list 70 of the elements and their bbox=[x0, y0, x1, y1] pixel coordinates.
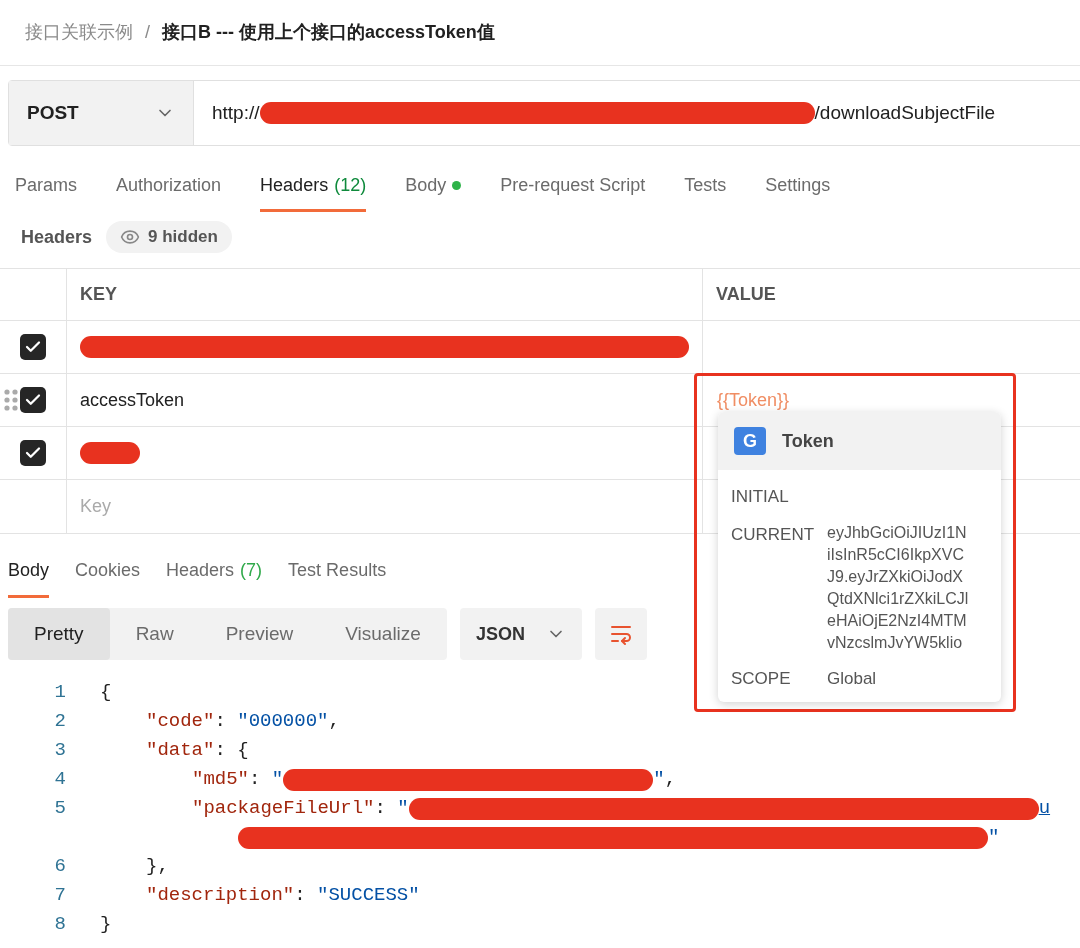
view-mode-tab[interactable]: Raw bbox=[109, 608, 200, 660]
field-value: Global bbox=[827, 667, 877, 690]
code-token: : bbox=[294, 883, 307, 909]
eye-icon bbox=[120, 227, 141, 247]
code-token: "description" bbox=[146, 883, 295, 909]
code-token: } bbox=[100, 912, 112, 938]
request-tab[interactable]: Tests bbox=[684, 162, 727, 212]
line-number: 8 bbox=[54, 913, 66, 936]
code-token: }, bbox=[146, 854, 169, 880]
field-value: eyJhbGciOiJIUzI1N iIsInR5cCI6IkpXVC J9.eyJrZXkiOiJodX QtdXNlci1rZXkiLCJl eHAiOjE2NzI4MTM vNzcslmJvYW5klio bbox=[827, 522, 969, 653]
request-tab[interactable]: Settings bbox=[765, 162, 831, 212]
field-label: INITIAL bbox=[731, 486, 790, 508]
code-token: : bbox=[214, 709, 227, 735]
breadcrumb-separator: / bbox=[145, 21, 150, 44]
line-number: 3 bbox=[54, 739, 66, 762]
code-token: " bbox=[653, 767, 665, 793]
global-badge: G bbox=[734, 427, 766, 455]
header-key: accessToken bbox=[80, 386, 185, 414]
request-title: 接口B --- 使用上个接口的accessToken值 bbox=[162, 21, 495, 44]
response-tab[interactable]: Cookies bbox=[75, 546, 141, 598]
code-token: u bbox=[1038, 796, 1051, 822]
request-tab[interactable]: Headers (12) bbox=[260, 162, 367, 212]
field-label: SCOPE bbox=[731, 667, 792, 690]
wrap-button[interactable] bbox=[594, 608, 647, 660]
field-label: CURRENT bbox=[731, 523, 816, 546]
checkbox[interactable] bbox=[20, 440, 46, 466]
variable-name: Token bbox=[782, 429, 834, 453]
column-header: VALUE bbox=[716, 283, 776, 306]
response-tab[interactable]: Body bbox=[8, 546, 50, 598]
request-tab[interactable]: Body bbox=[405, 162, 462, 212]
line-number: 1 bbox=[54, 681, 66, 704]
code-token: : bbox=[249, 767, 262, 793]
code-token: "code" bbox=[146, 709, 215, 735]
line-number: 7 bbox=[54, 884, 66, 907]
view-mode-tab[interactable]: Preview bbox=[199, 608, 320, 660]
request-tab[interactable]: Pre-request Script bbox=[500, 162, 646, 212]
checkbox[interactable] bbox=[20, 334, 46, 360]
request-tab[interactable]: Authorization bbox=[116, 162, 222, 212]
code-token: " bbox=[988, 825, 1000, 851]
code-token: " bbox=[271, 767, 284, 793]
line-number: 4 bbox=[54, 768, 66, 791]
format-dropdown[interactable]: JSON bbox=[459, 608, 582, 660]
code-token: "md5" bbox=[192, 767, 249, 793]
line-number: 6 bbox=[54, 855, 66, 878]
column-header: KEY bbox=[80, 283, 117, 306]
redaction-mark bbox=[80, 442, 140, 464]
code-token: "packageFileUrl" bbox=[192, 796, 375, 822]
line-number: 2 bbox=[54, 710, 66, 733]
code-token: " bbox=[397, 796, 409, 822]
line-number: 5 bbox=[54, 797, 66, 820]
drag-handle-icon[interactable] bbox=[4, 388, 18, 412]
response-tab[interactable]: Test Results bbox=[288, 546, 387, 598]
view-mode-tab[interactable]: Pretty bbox=[8, 608, 110, 660]
code-token: , bbox=[328, 709, 340, 735]
hidden-headers-toggle[interactable]: 9 hidden bbox=[106, 221, 232, 253]
code-token: , bbox=[664, 767, 677, 793]
section-title: Headers bbox=[21, 225, 93, 249]
code-token: { bbox=[100, 680, 112, 706]
view-mode-tab[interactable]: Visualize bbox=[319, 608, 447, 660]
code-token: "SUCCESS" bbox=[317, 883, 420, 909]
code-token: "000000" bbox=[237, 709, 329, 735]
code-token: : bbox=[374, 796, 387, 822]
variable-value: {{Token}} bbox=[717, 388, 790, 412]
code-token: : { bbox=[214, 738, 249, 764]
breadcrumb-link[interactable]: 接口关联示例 bbox=[25, 19, 133, 46]
code-token: "data" bbox=[146, 738, 215, 764]
key-field[interactable]: Key bbox=[80, 493, 689, 520]
checkbox[interactable] bbox=[20, 387, 46, 413]
request-tab[interactable]: Params bbox=[15, 162, 77, 212]
response-tab[interactable]: Headers (7) bbox=[166, 546, 263, 598]
